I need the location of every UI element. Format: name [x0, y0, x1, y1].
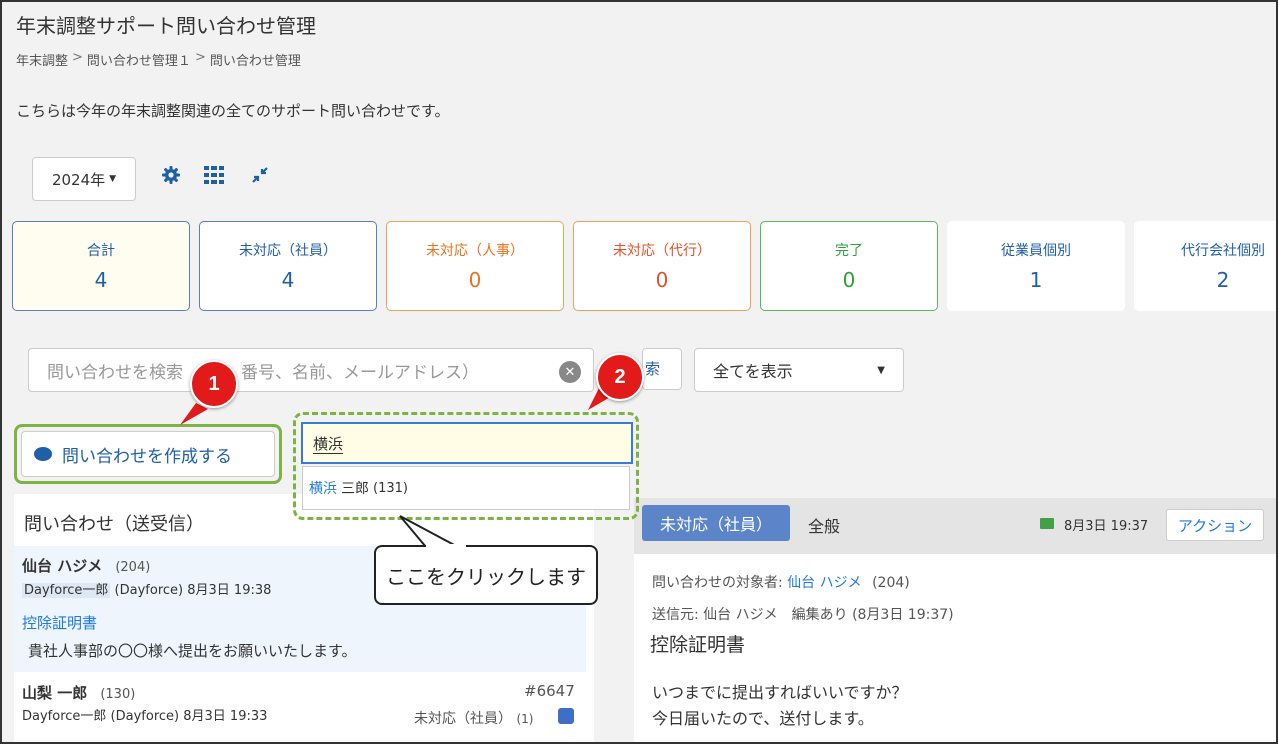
list-item-time: 8月3日 19:38 [187, 583, 272, 598]
summary-card-label: 未対応（人事） [426, 243, 524, 259]
clear-icon[interactable]: ✕ [559, 361, 581, 383]
collapse-icon[interactable] [249, 164, 271, 186]
app-window: 年末調整サポート問い合わせ管理 年末調整 > 問い合わせ管理１ > 問い合わせ管… [0, 0, 1278, 744]
breadcrumb: 年末調整 > 問い合わせ管理１ > 問い合わせ管理 [16, 50, 301, 69]
detail-body-line: 今日届いたので、送付します。 [652, 709, 874, 728]
summary-card-label: 従業員個別 [1001, 243, 1071, 259]
summary-card-count: 4 [94, 268, 108, 292]
filter-select-value: 全てを表示 [713, 362, 793, 381]
summary-card[interactable]: 未対応（社員） 4 [199, 221, 377, 311]
ticket-number: #6647 [524, 682, 575, 700]
step-badge-2: 2 [596, 353, 644, 401]
summary-card[interactable]: 従業員個別 1 [947, 221, 1125, 311]
summary-card-count: 0 [468, 268, 482, 292]
instruction-callout: ここをクリックします [374, 545, 598, 605]
search-button-label: 索 [645, 360, 661, 378]
detail-mail-time: 8月3日 19:37 [1064, 519, 1149, 534]
assignee-tag: Dayforce一郎 [22, 583, 111, 598]
breadcrumb-separator: > [72, 50, 83, 65]
list-item-name-row: 山梨 一郎 (130) [22, 682, 135, 703]
list-item-status-label: 未対応（社員） [414, 711, 512, 727]
summary-card[interactable]: 代行会社個別 2 [1134, 221, 1276, 311]
callout-joint [426, 544, 466, 548]
list-item-time: 8月3日 19:33 [183, 709, 268, 724]
list-item-status: 未対応（社員） (1) [414, 708, 533, 728]
create-inquiry-button[interactable]: 問い合わせを作成する [21, 431, 275, 477]
summary-card[interactable]: 未対応（代行） 0 [573, 221, 751, 311]
filter-select[interactable]: 全てを表示 ▼ [694, 348, 904, 392]
inquiry-list-header: 問い合わせ（送受信） [24, 514, 204, 535]
grid-icon[interactable] [203, 164, 225, 186]
breadcrumb-item-2[interactable]: 問い合わせ管理１ [87, 50, 191, 69]
create-inquiry-highlight: 問い合わせを作成する [14, 424, 282, 484]
summary-card-count: 2 [1216, 268, 1230, 292]
list-item-name-row: 仙台 ハジメ (204) [22, 555, 150, 576]
autocomplete-option-id: (131) [373, 480, 408, 496]
list-item-id: (130) [100, 687, 136, 702]
breadcrumb-separator: > [194, 50, 206, 65]
caret-down-icon: ▼ [109, 174, 117, 184]
search-placeholder-rest: 番号、名前、メールアドレス） [241, 363, 479, 383]
detail-target-label: 問い合わせの対象者: [652, 575, 783, 591]
year-select[interactable]: 2024年 ▼ [32, 157, 136, 201]
name-search-value: 横浜 [313, 435, 344, 454]
summary-card-label: 未対応（社員） [239, 243, 337, 259]
search-button[interactable]: 索 [642, 348, 682, 390]
summary-card[interactable]: 合計 4 [12, 221, 190, 311]
list-item-subject[interactable]: 控除証明書 [22, 612, 97, 633]
detail-body-line: いつまでに提出すればいいですか？ [652, 683, 908, 702]
search-input[interactable]: 問い合わせを検索 番号、名前、メールアドレス） [28, 348, 594, 392]
assignee-tag: Dayforce一郎 [22, 709, 107, 724]
list-item-name: 仙台 ハジメ [22, 557, 103, 575]
list-item-meta: Dayforce一郎 (Dayforce) 8月3日 19:38 [22, 579, 271, 598]
autocomplete-option-match: 横浜 [309, 481, 337, 497]
summary-card-label: 代行会社個別 [1181, 243, 1265, 259]
page-title: 年末調整サポート問い合わせ管理 [16, 14, 316, 38]
detail-sender: 送信元: 仙台 ハジメ 編集あり (8月3日 19:37) [652, 607, 954, 623]
gear-icon[interactable] [160, 164, 182, 186]
detail-target-name[interactable]: 仙台 ハジメ [787, 575, 861, 591]
autocomplete-option[interactable]: 横浜 三郎 (131) [302, 466, 630, 510]
detail-category: 全般 [808, 517, 841, 536]
list-item-status-count: (1) [516, 712, 534, 726]
autocomplete-option-name: 三郎 [341, 481, 369, 497]
step-badge-1: 1 [190, 360, 238, 408]
mail-icon [1040, 518, 1054, 529]
search-placeholder: 問い合わせを検索 [47, 363, 183, 383]
name-search-input[interactable]: 横浜 [301, 422, 633, 464]
list-item-id: (204) [115, 560, 151, 575]
page-description: こちらは今年の年末調整関連の全てのサポート問い合わせです。 [16, 102, 450, 120]
detail-target-id: (204) [872, 575, 910, 591]
breadcrumb-item-1[interactable]: 年末調整 [16, 50, 68, 69]
list-item-company: (Dayforce) [110, 709, 180, 724]
summary-card[interactable]: 完了 0 [760, 221, 938, 311]
caret-down-icon: ▼ [877, 364, 885, 376]
summary-card-count: 0 [655, 268, 669, 292]
breadcrumb-item-3: 問い合わせ管理 [209, 54, 301, 69]
summary-card-label: 合計 [87, 243, 115, 259]
summary-card-count: 1 [1029, 268, 1043, 292]
list-item-meta: Dayforce一郎 (Dayforce) 8月3日 19:33 [22, 705, 267, 724]
action-button[interactable]: アクション [1166, 509, 1264, 541]
detail-status-badge: 未対応（社員） [642, 505, 790, 541]
create-inquiry-label: 問い合わせを作成する [62, 446, 232, 467]
summary-card-label: 未対応（代行） [613, 243, 711, 259]
chat-icon [34, 447, 52, 461]
detail-subject: 控除証明書 [650, 634, 746, 656]
summary-card-label: 完了 [835, 243, 863, 259]
status-indicator [558, 708, 574, 724]
summary-card[interactable]: 未対応（人事） 0 [386, 221, 564, 311]
detail-target: 問い合わせの対象者: 仙台 ハジメ (204) [652, 572, 910, 592]
list-item-name: 山梨 一郎 [22, 684, 88, 702]
summary-card-count: 4 [281, 268, 295, 292]
summary-card-count: 0 [842, 268, 856, 292]
list-item-body: 貴社人事部の〇〇様へ提出をお願いいたします。 [28, 642, 357, 660]
year-select-value: 2024年 [51, 170, 106, 189]
list-item-company: (Dayforce) [114, 583, 184, 598]
